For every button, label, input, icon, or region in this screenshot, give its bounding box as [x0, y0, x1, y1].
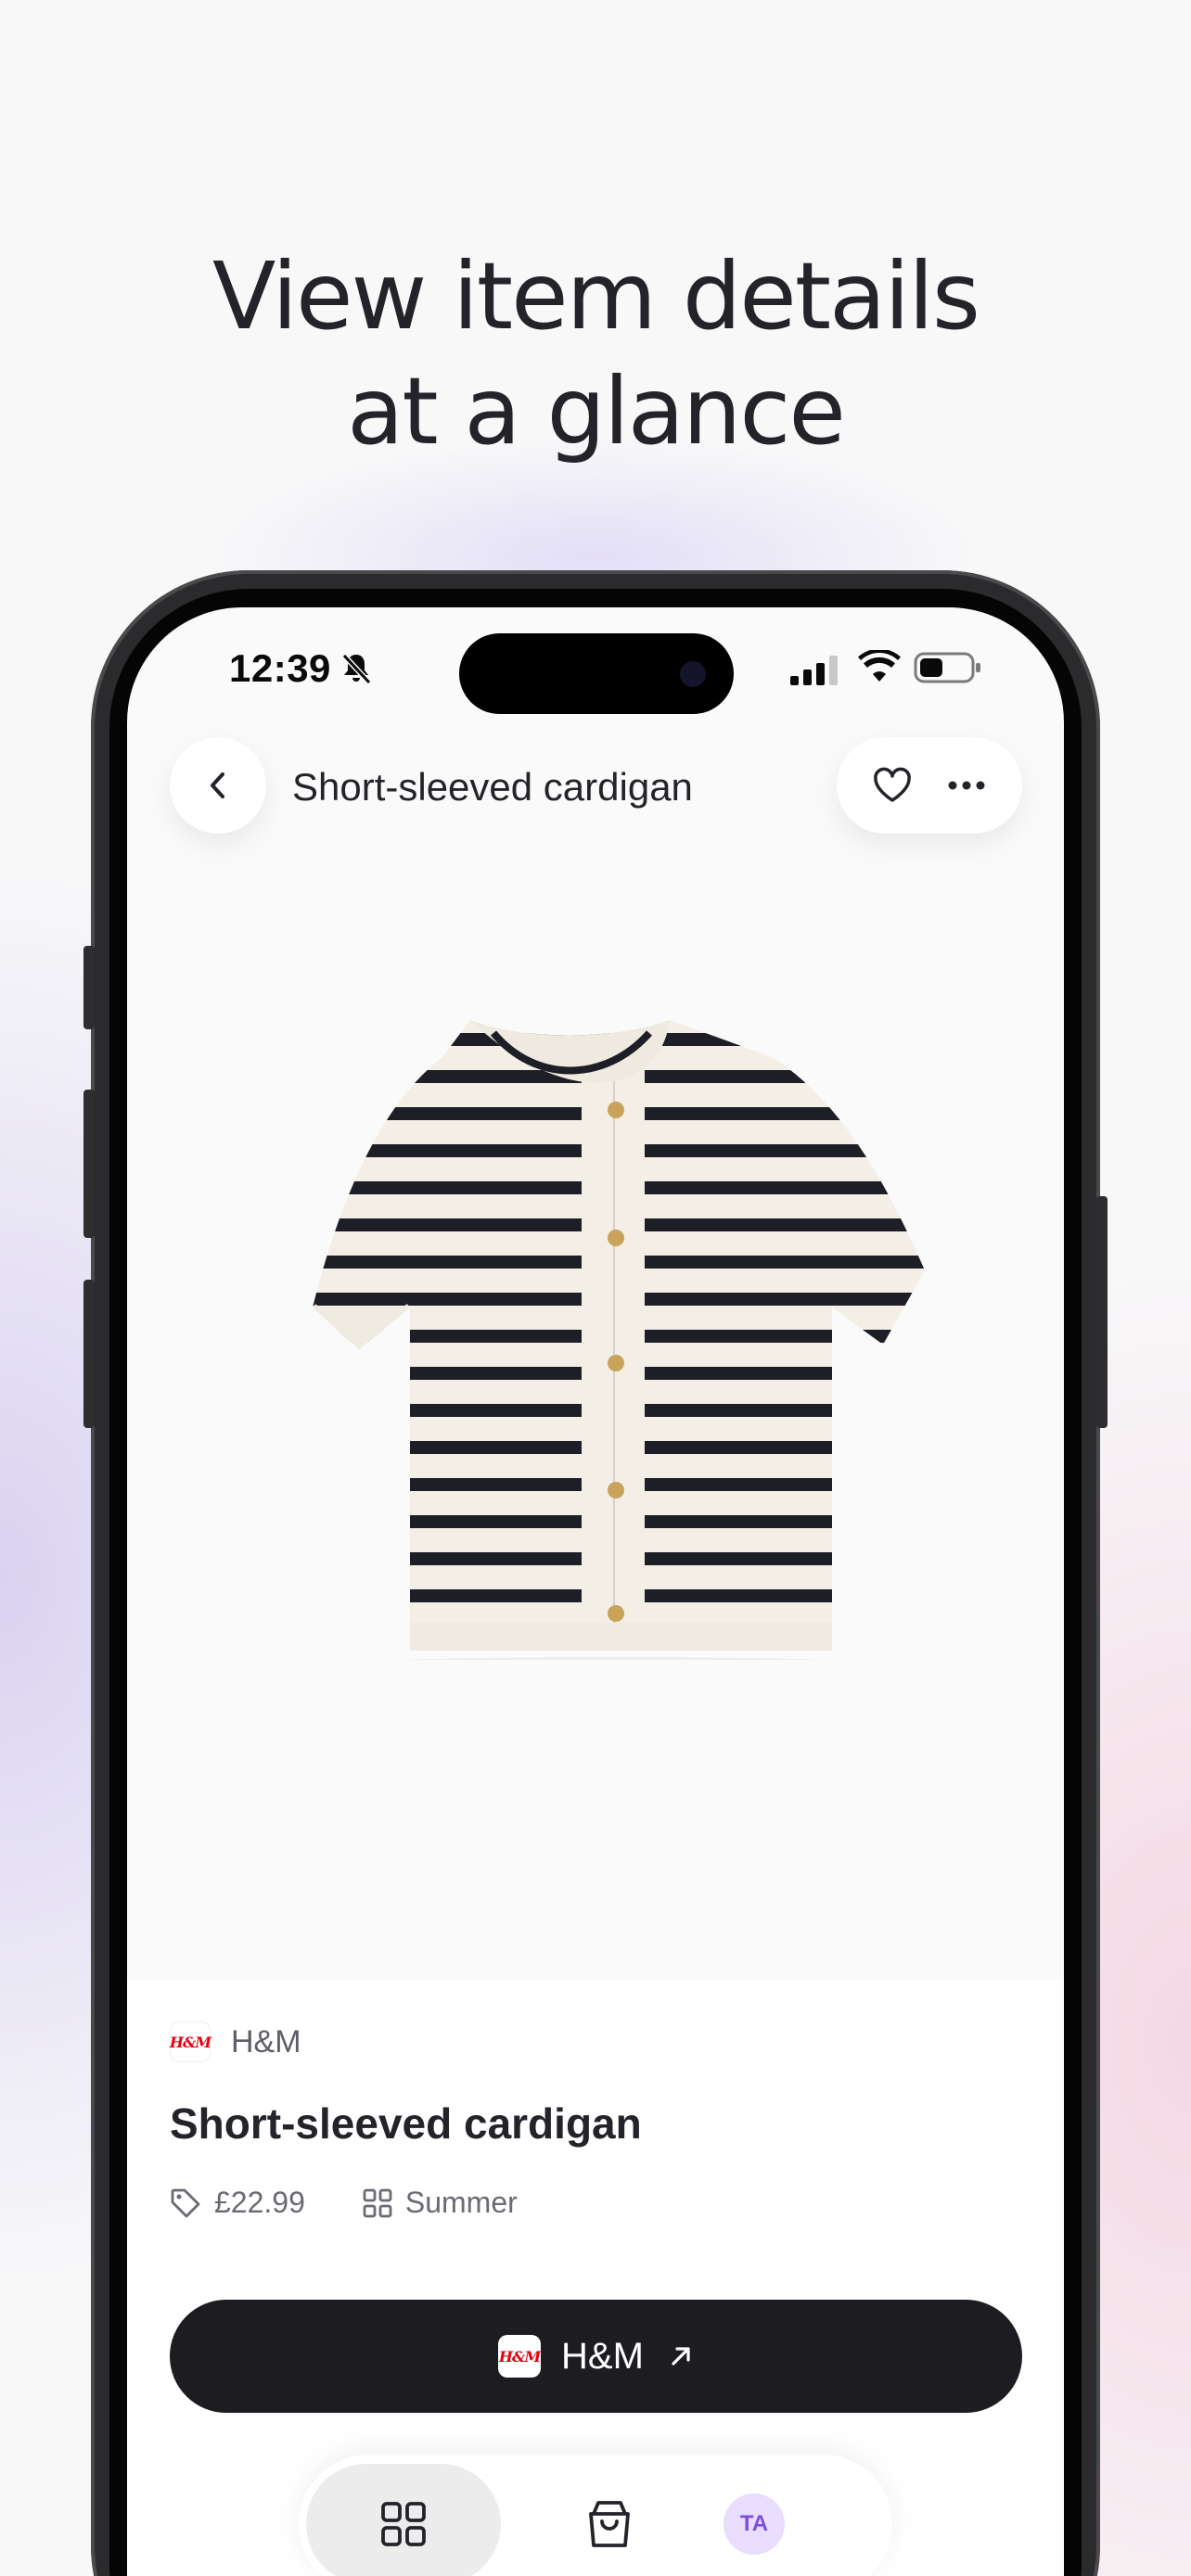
shop-at-brand-button[interactable]: H&M H&M — [170, 2300, 1022, 2413]
brand-row[interactable]: H&M H&M — [170, 2021, 301, 2062]
nav-actions — [837, 737, 1022, 834]
brand-logo: H&M — [498, 2335, 541, 2378]
arrow-up-right-icon — [672, 2347, 690, 2366]
camera-icon — [680, 661, 706, 687]
wifi-icon — [858, 650, 901, 682]
brand-name: H&M — [231, 2023, 301, 2060]
phone-volume-down-button — [83, 1280, 95, 1428]
headline-line-1: View item details — [212, 242, 980, 351]
price-meta: £22.99 — [170, 2186, 305, 2220]
tab-shopping[interactable] — [549, 2464, 670, 2576]
product-meta: £22.99 Summer — [170, 2186, 575, 2220]
tab-bar: TA — [299, 2455, 892, 2576]
nav-title: Short-sleeved cardigan — [292, 765, 693, 809]
tab-closet[interactable] — [306, 2464, 501, 2576]
collection-meta[interactable]: Summer — [363, 2186, 518, 2220]
bell-slash-icon — [341, 653, 372, 685]
status-time: 12:39 — [229, 646, 331, 690]
dynamic-island — [459, 633, 734, 714]
button-2 — [608, 1230, 624, 1246]
chevron-left-icon — [211, 772, 224, 798]
shopping-bag-icon — [589, 2501, 630, 2547]
price-text: £22.99 — [214, 2186, 305, 2219]
button-1 — [608, 1102, 624, 1118]
back-button[interactable] — [170, 737, 266, 834]
product-title: Short-sleeved cardigan — [170, 2099, 642, 2148]
collection-text: Summer — [404, 2186, 518, 2219]
brand-logo: H&M — [170, 2021, 211, 2062]
price-tag-icon — [171, 2188, 200, 2217]
heart-icon[interactable] — [872, 767, 913, 804]
cellular-signal-icon — [790, 656, 838, 685]
button-3 — [608, 1355, 624, 1371]
shop-button-label: H&M — [561, 2335, 644, 2377]
more-horizontal-icon[interactable] — [946, 780, 987, 791]
button-5 — [608, 1605, 624, 1622]
product-image — [313, 1020, 925, 1660]
avatar[interactable]: TA — [724, 2493, 785, 2555]
button-4 — [608, 1482, 624, 1498]
phone-power-button — [1096, 1196, 1108, 1428]
promo-headline: View item details at a glance — [0, 239, 1191, 469]
headline-line-2: at a glance — [347, 357, 846, 465]
grid-icon — [381, 2502, 426, 2546]
grid-icon — [363, 2188, 392, 2217]
battery-icon — [914, 652, 980, 683]
app-screen: 12:39 Short-sleeved cardigan H&M H&M Sho… — [127, 607, 1064, 2576]
phone-volume-up-button — [83, 1090, 95, 1238]
phone-action-button — [83, 946, 95, 1029]
